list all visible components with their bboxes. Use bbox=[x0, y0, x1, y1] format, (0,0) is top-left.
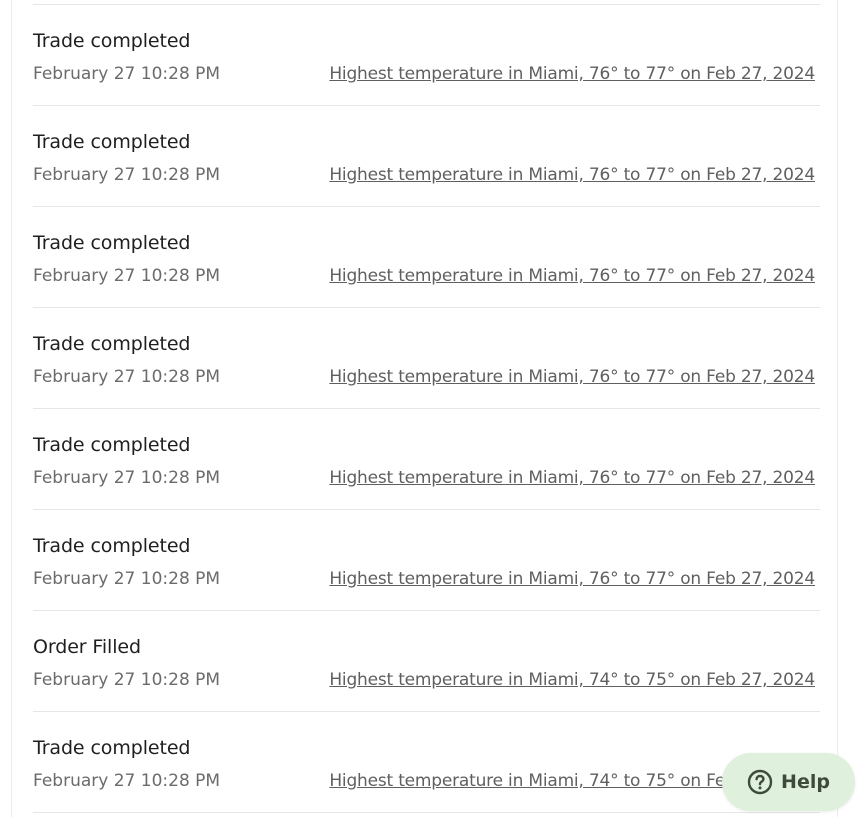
activity-timestamp: February 27 10:28 PM bbox=[33, 367, 221, 387]
help-button-label: Help bbox=[781, 771, 830, 793]
activity-title: Trade completed bbox=[33, 30, 191, 52]
activity-timestamp: February 27 10:28 PM bbox=[33, 468, 221, 488]
market-link[interactable]: Highest temperature in Miami, 74° to 75°… bbox=[329, 670, 815, 690]
activity-timestamp: February 27 10:28 PM bbox=[33, 64, 221, 84]
market-link[interactable]: Highest temperature in Miami, 76° to 77°… bbox=[329, 266, 815, 286]
list-item: Order Filled February 27 10:28 PM Highes… bbox=[33, 611, 820, 712]
list-item: Trade completed February 27 10:28 PM Hig… bbox=[33, 409, 820, 510]
market-link[interactable]: Highest temperature in Miami, 76° to 77°… bbox=[329, 64, 815, 84]
activity-title: Order Filled bbox=[33, 636, 141, 658]
activity-list: Trade completed February 27 10:28 PM Hig… bbox=[33, 4, 820, 813]
market-link[interactable]: Highest temperature in Miami, 76° to 77°… bbox=[329, 569, 815, 589]
question-circle-icon bbox=[747, 769, 773, 795]
activity-title: Trade completed bbox=[33, 232, 191, 254]
activity-timestamp: February 27 10:28 PM bbox=[33, 670, 221, 690]
market-link[interactable]: Highest temperature in Miami, 76° to 77°… bbox=[329, 468, 815, 488]
list-item: Trade completed February 27 10:28 PM Hig… bbox=[33, 510, 820, 611]
activity-timestamp: February 27 10:28 PM bbox=[33, 771, 221, 791]
activity-timestamp: February 27 10:28 PM bbox=[33, 266, 221, 286]
activity-title: Trade completed bbox=[33, 333, 191, 355]
activity-title: Trade completed bbox=[33, 434, 191, 456]
list-item: Trade completed February 27 10:28 PM Hig… bbox=[33, 5, 820, 106]
list-item: Trade completed February 27 10:28 PM Hig… bbox=[33, 207, 820, 308]
help-button[interactable]: Help bbox=[722, 753, 855, 811]
list-item: Trade completed February 27 10:28 PM Hig… bbox=[33, 712, 820, 813]
activity-title: Trade completed bbox=[33, 737, 191, 759]
list-item: Trade completed February 27 10:28 PM Hig… bbox=[33, 106, 820, 207]
activity-title: Trade completed bbox=[33, 131, 191, 153]
activity-title: Trade completed bbox=[33, 535, 191, 557]
market-link[interactable]: Highest temperature in Miami, 76° to 77°… bbox=[329, 165, 815, 185]
activity-timestamp: February 27 10:28 PM bbox=[33, 165, 221, 185]
activity-panel: Trade completed February 27 10:28 PM Hig… bbox=[11, 0, 838, 817]
list-item: Trade completed February 27 10:28 PM Hig… bbox=[33, 308, 820, 409]
activity-timestamp: February 27 10:28 PM bbox=[33, 569, 221, 589]
market-link[interactable]: Highest temperature in Miami, 76° to 77°… bbox=[329, 367, 815, 387]
